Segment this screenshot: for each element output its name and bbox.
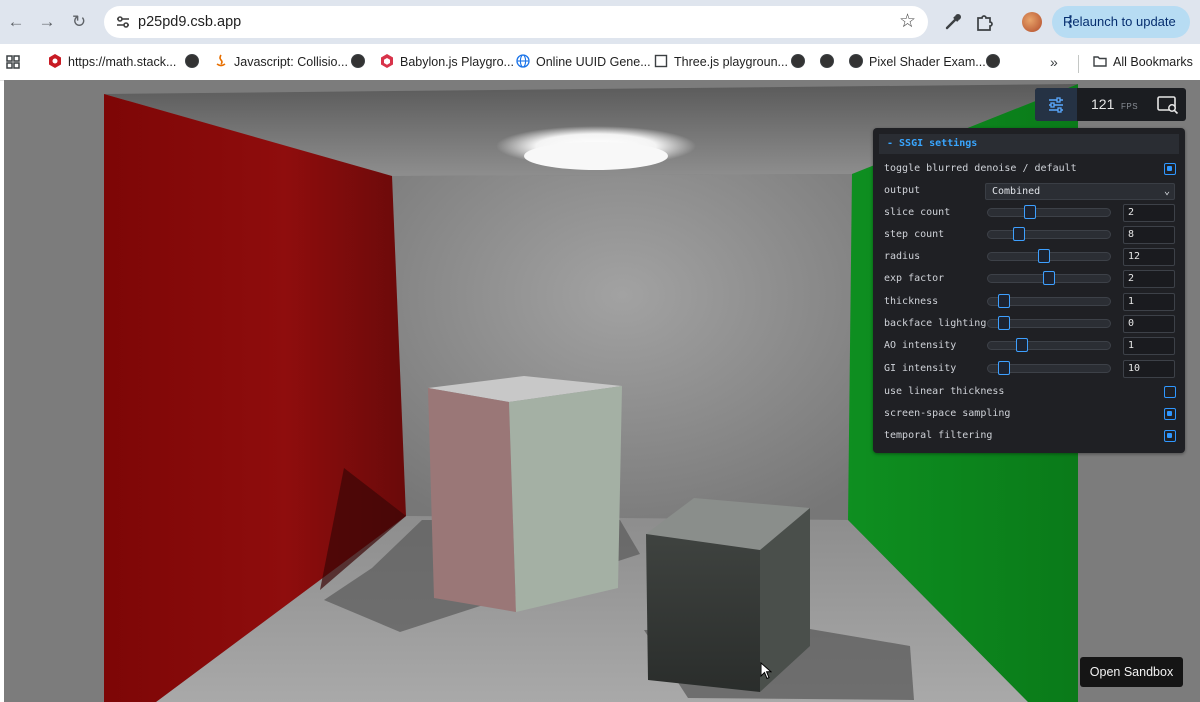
setting-row: use linear thickness [873,381,1185,403]
setting-row: step count 8 [873,224,1185,246]
setting-label: backface lighting [884,318,987,329]
stackexchange-icon [49,54,61,68]
setting-label: use linear thickness [884,386,1005,397]
slider-thumb[interactable] [1043,271,1055,285]
all-bookmarks-label: All Bookmarks [1113,55,1193,69]
bookmark-label: https://math.stack... [68,55,177,69]
slider-thumb[interactable] [1038,249,1051,263]
page-icon [654,54,668,68]
setting-row: slice count 2 [873,202,1185,224]
setting-slider[interactable] [987,208,1111,217]
setting-number-input[interactable]: 0 [1123,315,1175,333]
bookmark-label: Pixel Shader Exam... [869,55,986,69]
output-select[interactable]: Combined ⌄ [985,183,1175,200]
setting-label: AO intensity [884,340,957,351]
setting-checkbox[interactable] [1164,430,1176,442]
slider-thumb[interactable] [1024,205,1037,219]
stats-widget: 121 FPS [1035,88,1186,121]
babylon-icon [381,54,393,68]
back-arrow-icon[interactable]: ← [4,10,28,34]
setting-slider[interactable] [987,341,1111,350]
setting-label: output [884,185,921,196]
setting-label: step count [884,229,945,240]
setting-row: AO intensity 1 [873,335,1185,357]
bookmark-star-icon[interactable]: ☆ [899,10,916,34]
inspect-monitor-icon[interactable] [1157,95,1179,115]
globe-icon [986,54,1000,68]
setting-label: screen-space sampling [884,408,1011,419]
java-icon [216,54,226,67]
eyedropper-icon[interactable] [941,10,965,34]
setting-label: GI intensity [884,363,957,374]
setting-row: screen-space sampling [873,403,1185,425]
setting-number-input[interactable]: 8 [1123,226,1175,244]
apps-grid-icon[interactable] [6,55,20,69]
globe-icon [820,54,834,68]
forward-arrow-icon[interactable]: → [35,10,59,34]
setting-label: exp factor [884,273,945,284]
setting-number-input[interactable]: 1 [1123,293,1175,311]
bookmarks-bar: https://math.stack... Javascript: Collis… [0,44,1200,81]
profile-avatar[interactable] [1022,12,1042,32]
site-settings-icon[interactable] [114,13,132,31]
setting-checkbox[interactable] [1164,408,1176,420]
setting-label: slice count [884,207,951,218]
bookmark-label: Three.js playgroun... [674,55,788,69]
globe-icon [791,54,805,68]
setting-row: backface lighting 0 [873,313,1185,335]
setting-slider[interactable] [987,230,1111,239]
setting-label: radius [884,251,921,262]
settings-toggle-button[interactable] [1035,88,1077,121]
address-bar[interactable]: p25pd9.csb.app ☆ [104,6,928,38]
slider-thumb[interactable] [1015,338,1028,352]
mouse-cursor-icon [760,662,772,680]
setting-checkbox[interactable] [1164,163,1176,175]
setting-number-input[interactable]: 2 [1123,270,1175,288]
web-icon [516,54,530,68]
setting-number-input[interactable]: 12 [1123,248,1175,266]
fps-label: FPS [1121,102,1139,111]
select-value: Combined [992,186,1041,197]
bookmark-label: Javascript: Collisio... [234,55,348,69]
setting-label: toggle blurred denoise / default [884,163,1077,174]
setting-row: toggle blurred denoise / default [873,158,1185,180]
globe-icon [351,54,365,68]
globe-icon [185,54,199,68]
panel-title[interactable]: - SSGI settings [879,134,1179,154]
relaunch-button[interactable]: Relaunch to update ⋮ [1052,6,1190,38]
setting-number-input[interactable]: 2 [1123,204,1175,222]
slider-thumb[interactable] [1013,227,1026,241]
slider-thumb[interactable] [998,361,1011,375]
chevron-down-icon: ⌄ [1163,186,1170,197]
slider-thumb[interactable] [998,316,1011,330]
url-text[interactable]: p25pd9.csb.app [138,6,241,38]
setting-row: temporal filtering [873,425,1185,447]
setting-row: thickness 1 [873,291,1185,313]
setting-row: output Combined ⌄ [873,180,1185,202]
slider-thumb[interactable] [998,294,1011,308]
bookmark-label: Babylon.js Playgro... [400,55,514,69]
globe-icon [849,54,863,68]
kebab-menu-icon[interactable]: ⋮ [1063,6,1181,38]
open-sandbox-button[interactable]: Open Sandbox [1080,657,1183,687]
setting-checkbox[interactable] [1164,386,1176,398]
setting-number-input[interactable]: 1 [1123,337,1175,355]
bookmark-label: Online UUID Gene... [536,55,651,69]
browser-toolbar: ← → ↻ p25pd9.csb.app ☆ Relaunch to updat… [0,0,1200,44]
setting-row: radius 12 [873,246,1185,268]
setting-label: temporal filtering [884,430,993,441]
sliders-icon [1049,97,1063,113]
bookmarks-divider [1078,55,1079,73]
extensions-puzzle-icon[interactable] [973,10,997,34]
ssgi-settings-panel: - SSGI settings toggle blurred denoise /… [873,128,1185,453]
folder-icon [1093,56,1107,67]
more-bookmarks-chevron[interactable]: » [1050,50,1058,74]
setting-label: thickness [884,296,939,307]
setting-number-input[interactable]: 10 [1123,360,1175,378]
fps-value: 121 [1091,96,1115,112]
setting-row: exp factor 2 [873,268,1185,290]
reload-icon[interactable]: ↻ [67,10,91,34]
setting-row: GI intensity 10 [873,358,1185,380]
